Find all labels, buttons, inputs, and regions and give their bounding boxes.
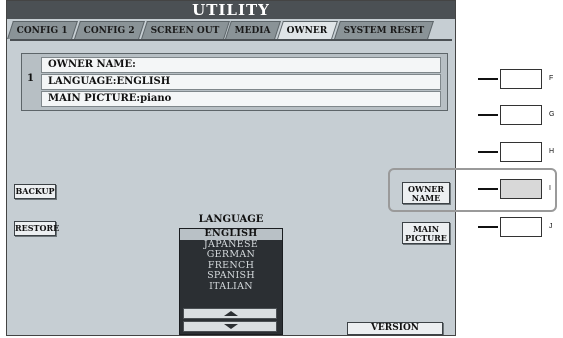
hw-connector-h bbox=[478, 151, 498, 153]
main-picture-button[interactable]: MAIN PICTURE bbox=[402, 222, 450, 244]
lcd-screen: UTILITY CONFIG 1 CONFIG 2 SCREEN OUT MED… bbox=[6, 0, 456, 336]
tab-config-2[interactable]: CONFIG 2 bbox=[73, 21, 145, 39]
tab-divider bbox=[10, 39, 452, 41]
hw-button-h[interactable] bbox=[500, 142, 542, 162]
hw-connector-j bbox=[478, 226, 498, 228]
tab-owner[interactable]: OWNER bbox=[277, 21, 338, 39]
owner-name-row: OWNER NAME: bbox=[41, 57, 441, 73]
language-list-label: LANGUAGE bbox=[198, 214, 264, 225]
hw-button-f[interactable] bbox=[500, 69, 542, 89]
hw-button-i[interactable] bbox=[500, 179, 542, 199]
hw-letter-i: I bbox=[549, 185, 551, 192]
language-option-italian[interactable]: ITALIAN bbox=[180, 281, 282, 293]
hw-connector-f bbox=[478, 78, 498, 80]
version-button[interactable]: VERSION bbox=[347, 322, 443, 335]
language-option-english[interactable]: ENGLISH bbox=[180, 228, 282, 240]
hw-connector-g bbox=[478, 114, 498, 116]
main-picture-row: MAIN PICTURE:piano bbox=[41, 91, 441, 107]
backup-button[interactable]: BACKUP bbox=[14, 184, 56, 199]
restore-button[interactable]: RESTORE bbox=[14, 221, 59, 236]
hw-letter-j: J bbox=[549, 223, 553, 230]
language-option-spanish[interactable]: SPANISH bbox=[180, 270, 282, 282]
tab-bar: CONFIG 1 CONFIG 2 SCREEN OUT MEDIA OWNER… bbox=[7, 21, 452, 39]
tab-config-1[interactable]: CONFIG 1 bbox=[7, 21, 78, 39]
owner-info-panel: 1 OWNER NAME: LANGUAGE:ENGLISH MAIN PICT… bbox=[21, 53, 448, 111]
screen-title: UTILITY bbox=[7, 1, 455, 19]
language-option-german[interactable]: GERMAN bbox=[180, 249, 282, 261]
tab-screen-out[interactable]: SCREEN OUT bbox=[140, 21, 230, 39]
tab-media[interactable]: MEDIA bbox=[225, 21, 282, 39]
hw-letter-g: G bbox=[549, 111, 555, 118]
hw-letter-h: H bbox=[549, 148, 555, 155]
scroll-up-button[interactable] bbox=[183, 308, 277, 319]
hw-letter-f: F bbox=[549, 75, 554, 82]
scroll-down-button[interactable] bbox=[183, 321, 277, 332]
triangle-down-icon bbox=[224, 324, 238, 329]
triangle-up-icon bbox=[224, 311, 238, 316]
language-row: LANGUAGE:ENGLISH bbox=[41, 74, 441, 90]
tab-system-reset[interactable]: SYSTEM RESET bbox=[333, 21, 435, 39]
hw-button-g[interactable] bbox=[500, 105, 542, 125]
hw-button-j[interactable] bbox=[500, 217, 542, 237]
owner-item-number: 1 bbox=[27, 73, 34, 84]
hw-connector-i bbox=[478, 188, 498, 190]
main-picture-button-line-2: PICTURE bbox=[405, 233, 447, 243]
